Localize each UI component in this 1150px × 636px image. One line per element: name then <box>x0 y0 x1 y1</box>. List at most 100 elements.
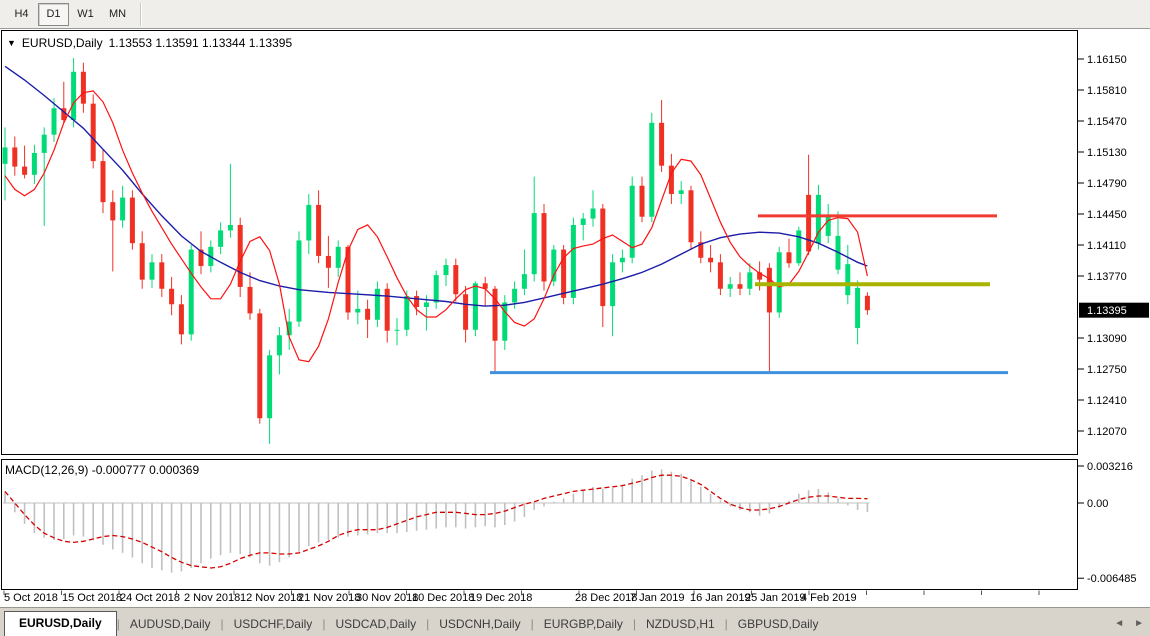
timeframe-toolbar: H4D1W1MN <box>0 0 1150 29</box>
chart-ohlc-values: 1.13553 1.13591 1.13344 1.13395 <box>109 36 293 50</box>
candle-body <box>248 287 253 313</box>
candle-body <box>826 216 831 236</box>
candle-body <box>787 252 792 263</box>
tab-usdcnh-daily[interactable]: USDCNH,Daily <box>429 613 530 636</box>
candle-body <box>414 296 419 307</box>
candle-body <box>91 104 96 161</box>
candle-body <box>600 209 605 307</box>
date-label: 12 Nov 2018 <box>240 592 302 604</box>
candle-body <box>571 225 576 298</box>
date-label: 2 Nov 2018 <box>184 592 240 604</box>
tab-eurusd-daily[interactable]: EURUSD,Daily <box>4 611 117 636</box>
tab-usdcad-daily[interactable]: USDCAD,Daily <box>325 613 426 636</box>
candle-body <box>424 302 429 307</box>
macd-current-values: -0.000777 0.000369 <box>92 463 199 477</box>
candle-body <box>747 272 752 288</box>
date-label: 28 Dec 2018 <box>575 592 637 604</box>
date-label: 5 Oct 2018 <box>4 592 58 604</box>
price-axis: 1.161501.158101.154701.151301.147901.144… <box>1078 54 1127 438</box>
candle-body <box>679 190 684 194</box>
candle-body <box>120 198 125 221</box>
candle-body <box>277 335 282 355</box>
candle-body <box>326 256 331 268</box>
candle-body <box>591 209 596 219</box>
candle-body <box>12 147 17 166</box>
price-tick-label: 1.12410 <box>1087 395 1127 407</box>
candle-body <box>395 330 400 331</box>
macd-axis: 0.0032160.00-0.006485 <box>1078 461 1137 585</box>
candle-body <box>404 296 409 330</box>
candle-body <box>42 135 47 153</box>
candle-body <box>267 355 272 418</box>
date-label: 30 Nov 2018 <box>356 592 418 604</box>
price-tick-label: 1.13090 <box>1087 333 1127 345</box>
candle-body <box>22 167 27 175</box>
candle-body <box>620 258 625 263</box>
candle-body <box>532 213 537 274</box>
candle-body <box>542 213 547 281</box>
candle-body <box>140 243 145 279</box>
chart-symbol-label: EURUSD,Daily <box>22 36 103 50</box>
tab-scroll-left-icon[interactable]: ◄ <box>1114 618 1124 629</box>
candle-body <box>3 147 8 163</box>
candle-body <box>110 202 115 220</box>
candle-body <box>316 205 321 256</box>
tab-audusd-daily[interactable]: AUDUSD,Daily <box>120 613 221 636</box>
timeframe-button-w1[interactable]: W1 <box>70 3 101 26</box>
candle-body <box>130 198 135 244</box>
candle-body <box>855 288 860 328</box>
chart-title: ▼ EURUSD,Daily 1.13553 1.13591 1.13344 1… <box>7 36 292 50</box>
candle-body <box>179 304 184 334</box>
tab-nzdusd-h1[interactable]: NZDUSD,H1 <box>636 613 725 636</box>
candle-body <box>385 289 390 331</box>
candle-body <box>169 289 174 304</box>
candle-body <box>718 262 723 288</box>
chart-dropdown-icon[interactable]: ▼ <box>7 38 16 48</box>
price-tick-label: 1.15810 <box>1087 85 1127 97</box>
main-chart-frame <box>2 31 1078 455</box>
candle-body <box>238 225 243 287</box>
price-tick-label: 1.15470 <box>1087 116 1127 128</box>
candle-body <box>228 225 233 230</box>
candle-body <box>355 309 360 313</box>
price-tick-label: 1.14790 <box>1087 178 1127 190</box>
tab-gbpusd-daily[interactable]: GBPUSD,Daily <box>728 613 829 636</box>
candle-body <box>81 72 86 104</box>
timeframe-button-h4[interactable]: H4 <box>6 3 37 26</box>
candle-body <box>189 250 194 335</box>
candle-body <box>159 262 164 288</box>
candle-body <box>375 289 380 320</box>
timeframe-button-mn[interactable]: MN <box>102 3 133 26</box>
candle-body <box>71 72 76 120</box>
date-axis: 5 Oct 201815 Oct 201824 Oct 20182 Nov 20… <box>4 591 1039 605</box>
candle-body <box>659 123 664 166</box>
price-badge-value: 1.13395 <box>1087 305 1127 317</box>
candle-body <box>738 284 743 289</box>
candle-body <box>463 294 468 330</box>
tab-eurgbp-daily[interactable]: EURGBP,Daily <box>534 613 633 636</box>
candle-body <box>434 275 439 302</box>
candle-body <box>865 296 870 310</box>
candle-body <box>728 284 733 289</box>
tab-usdchf-daily[interactable]: USDCHF,Daily <box>224 613 323 636</box>
candle-body <box>297 240 302 321</box>
candle-body <box>306 205 311 241</box>
price-tick-label: 1.13770 <box>1087 271 1127 283</box>
price-tick-label: 1.12750 <box>1087 364 1127 376</box>
timeframe-button-d1[interactable]: D1 <box>38 3 69 26</box>
tab-scroll-right-icon[interactable]: ► <box>1134 618 1144 629</box>
candle-body <box>581 219 586 225</box>
macd-panel-frame <box>2 460 1078 590</box>
date-label: 15 Oct 2018 <box>62 592 122 604</box>
date-label: 10 Dec 2018 <box>412 592 474 604</box>
candle-body <box>336 247 341 268</box>
candle-body <box>150 262 155 279</box>
candle-body <box>257 313 262 418</box>
candle-body <box>845 264 850 295</box>
chart-canvas[interactable]: 1.161501.158101.154701.151301.147901.144… <box>0 29 1150 607</box>
candle-body <box>649 123 654 217</box>
price-tick-label: 1.15130 <box>1087 147 1127 159</box>
candle-body <box>52 108 57 134</box>
macd-tick-label: 0.00 <box>1087 498 1108 510</box>
candle-body <box>522 274 527 289</box>
